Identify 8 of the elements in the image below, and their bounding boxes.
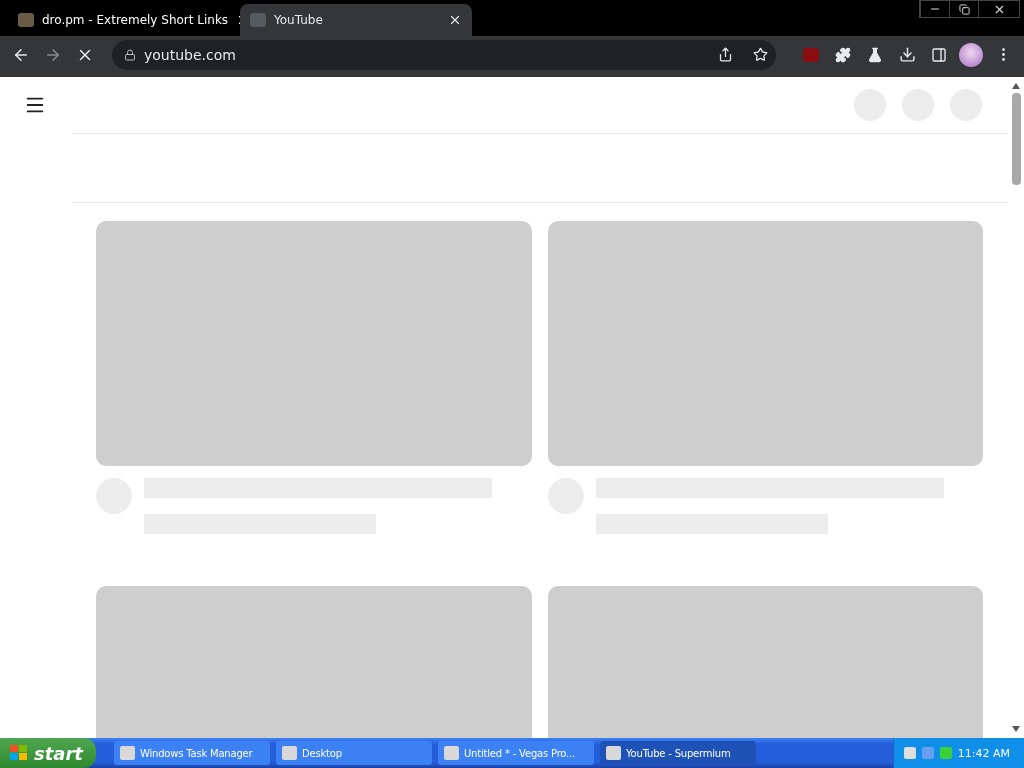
start-button[interactable]: start	[0, 738, 96, 768]
address-bar[interactable]: youtube.com	[112, 39, 776, 70]
clock: 11:42 AM	[957, 746, 1010, 760]
taskbar-button[interactable]: Untitled * - Vegas Pro...	[438, 741, 594, 765]
taskbar-button[interactable]: YouTube - Supermium	[600, 741, 756, 765]
browser-tab[interactable]: YouTube	[240, 4, 472, 36]
taskbar-button[interactable]: Windows Task Manager	[114, 741, 270, 765]
taskbar-button[interactable]: Desktop	[276, 741, 432, 765]
